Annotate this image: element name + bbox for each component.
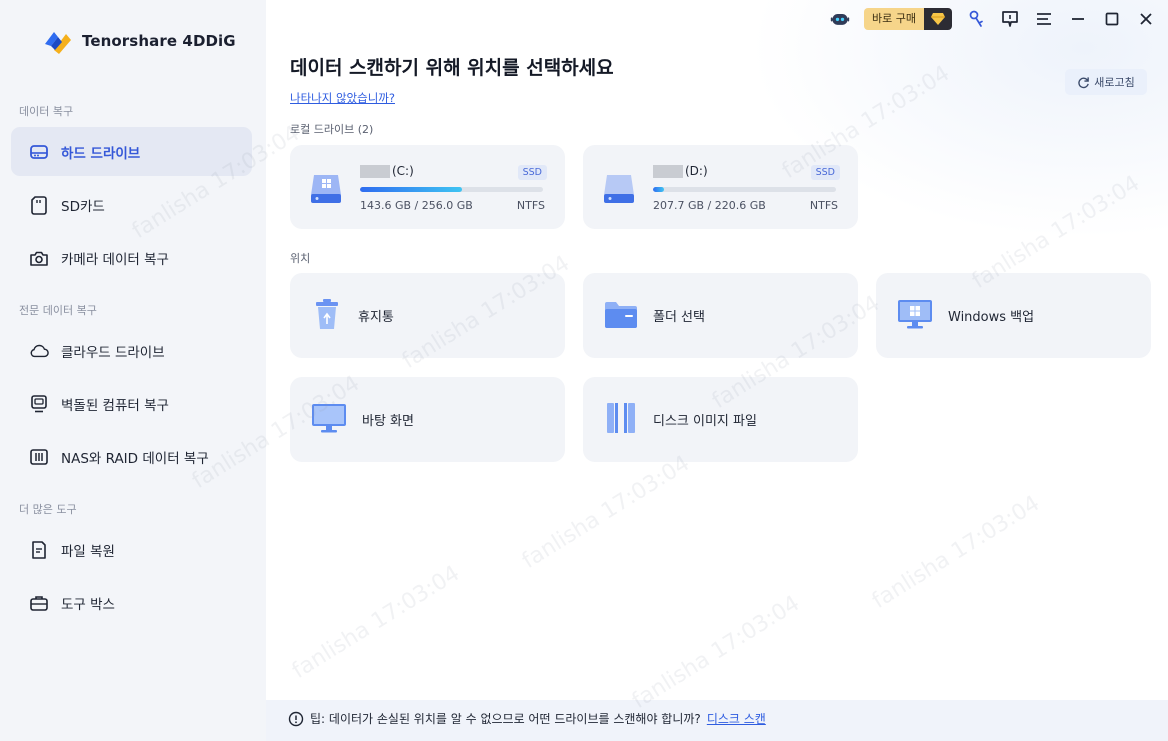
sidebar-item-label: 벽돌된 컴퓨터 복구	[61, 397, 169, 414]
info-icon	[288, 711, 304, 726]
location-desktop[interactable]: 바탕 화면	[290, 377, 565, 462]
sidebar-item-label: NAS와 RAID 데이터 복구	[61, 450, 209, 467]
drive-card-c[interactable]: (C:) SSD 143.6 GB / 256.0 GB NTFS	[290, 145, 565, 229]
close-icon[interactable]	[1136, 9, 1156, 29]
sd-card-icon	[29, 195, 49, 215]
location-windows-backup[interactable]: Windows 백업	[876, 273, 1151, 358]
main-panel: 바로 구매 데이터 스캔하기 위해 위치를 선택하세요 나타나지 않았습니까? …	[266, 0, 1168, 741]
location-label: 바탕 화면	[362, 414, 414, 429]
minimize-icon[interactable]	[1068, 9, 1088, 29]
app-name: Tenorshare 4DDiG	[82, 32, 236, 50]
sidebar-item-toolbox[interactable]: 도구 박스	[11, 578, 252, 627]
nas-icon	[29, 447, 49, 467]
drive-size: 143.6 GB / 256.0 GB	[360, 199, 473, 212]
tip-text: 팁: 데이터가 손실된 위치를 알 수 없으므로 어떤 드라이브를 스캔해야 합…	[310, 712, 701, 726]
disk-image-icon	[603, 400, 639, 440]
sidebar-item-label: 파일 복원	[61, 543, 115, 560]
computer-icon	[29, 394, 49, 414]
menu-icon[interactable]	[1034, 9, 1054, 29]
refresh-button[interactable]: 새로고침	[1065, 69, 1147, 95]
drive-icon	[601, 167, 637, 211]
hard-drive-icon	[29, 142, 49, 162]
brand: Tenorshare 4DDiG	[42, 28, 236, 54]
sidebar-item-cloud-drive[interactable]: 클라우드 드라이브	[11, 326, 252, 375]
buy-now-button[interactable]: 바로 구매	[864, 8, 952, 30]
location-disk-image[interactable]: 디스크 이미지 파일	[583, 377, 858, 462]
tip-bar: 팁: 데이터가 손실된 위치를 알 수 없으므로 어떤 드라이브를 스캔해야 합…	[266, 700, 1168, 741]
drive-filesystem: NTFS	[809, 199, 838, 212]
drive-card-d[interactable]: (D:) SSD 207.7 GB / 220.6 GB NTFS	[583, 145, 858, 229]
sidebar-item-hard-drive[interactable]: 하드 드라이브	[11, 127, 252, 176]
sidebar-item-sd-card[interactable]: SD카드	[11, 180, 252, 229]
section-label-pro-recovery: 전문 데이터 복구	[19, 304, 97, 317]
refresh-label: 새로고침	[1094, 76, 1135, 89]
drive-filesystem: NTFS	[516, 199, 545, 212]
buy-now-label: 바로 구매	[864, 8, 924, 30]
sidebar-item-label: 하드 드라이브	[61, 145, 141, 162]
sidebar-item-label: SD카드	[61, 198, 105, 215]
location-label: 폴더 선택	[653, 310, 705, 325]
windows-backup-icon	[896, 297, 934, 335]
refresh-icon	[1078, 76, 1090, 88]
disk-scan-link[interactable]: 디스크 스캔	[707, 710, 766, 727]
feedback-icon[interactable]	[1000, 9, 1020, 29]
drive-icon	[308, 167, 344, 211]
camera-icon	[29, 248, 49, 268]
sidebar-item-bricked-computer[interactable]: 벽돌된 컴퓨터 복구	[11, 379, 252, 428]
location-label: 디스크 이미지 파일	[653, 414, 757, 429]
location-label: 휴지통	[358, 310, 394, 325]
drive-name: (C:)	[360, 164, 414, 178]
sidebar-item-label: 클라우드 드라이브	[61, 344, 165, 361]
drive-letter: (D:)	[685, 164, 708, 178]
usage-bar-fill	[653, 187, 664, 192]
sidebar-item-file-repair[interactable]: 파일 복원	[11, 525, 252, 574]
file-icon	[29, 540, 49, 560]
key-icon[interactable]	[966, 9, 986, 29]
drive-name: (D:)	[653, 164, 708, 178]
sidebar-item-label: 도구 박스	[61, 596, 115, 613]
diamond-icon	[924, 8, 952, 30]
page-title: 데이터 스캔하기 위해 위치를 선택하세요	[290, 57, 614, 79]
location-recycle-bin[interactable]: 휴지통	[290, 273, 565, 358]
ssd-badge: SSD	[810, 165, 840, 180]
sidebar: Tenorshare 4DDiG 데이터 복구 하드 드라이브 SD카드 카메라…	[0, 0, 266, 741]
title-bar: 바로 구매	[830, 8, 1156, 30]
usage-bar-fill	[360, 187, 463, 192]
local-drives-label: 로컬 드라이브 (2)	[290, 123, 374, 136]
assistant-robot-icon[interactable]	[830, 9, 850, 29]
section-label-data-recovery: 데이터 복구	[19, 105, 74, 118]
sidebar-item-nas-raid[interactable]: NAS와 RAID 데이터 복구	[11, 432, 252, 481]
desktop-icon	[310, 401, 348, 439]
not-shown-link[interactable]: 나타나지 않았습니까?	[290, 90, 395, 106]
drive-size: 207.7 GB / 220.6 GB	[653, 199, 766, 212]
maximize-icon[interactable]	[1102, 9, 1122, 29]
location-select-folder[interactable]: 폴더 선택	[583, 273, 858, 358]
usage-bar	[653, 187, 836, 192]
section-label-more-tools: 더 많은 도구	[19, 503, 77, 516]
folder-icon	[603, 298, 639, 334]
recycle-bin-icon	[310, 296, 344, 336]
sidebar-item-label: 카메라 데이터 복구	[61, 251, 169, 268]
usage-bar	[360, 187, 543, 192]
cloud-icon	[29, 341, 49, 361]
toolbox-icon	[29, 593, 49, 613]
redacted-label	[360, 164, 390, 178]
redacted-label	[653, 164, 683, 178]
app-logo-icon	[45, 32, 71, 54]
tip-content: 팁: 데이터가 손실된 위치를 알 수 없으므로 어떤 드라이브를 스캔해야 합…	[288, 710, 766, 727]
location-label: Windows 백업	[948, 310, 1035, 325]
locations-label: 위치	[290, 252, 311, 265]
drive-letter: (C:)	[392, 164, 414, 178]
ssd-badge: SSD	[517, 165, 547, 180]
sidebar-item-camera[interactable]: 카메라 데이터 복구	[11, 233, 252, 282]
